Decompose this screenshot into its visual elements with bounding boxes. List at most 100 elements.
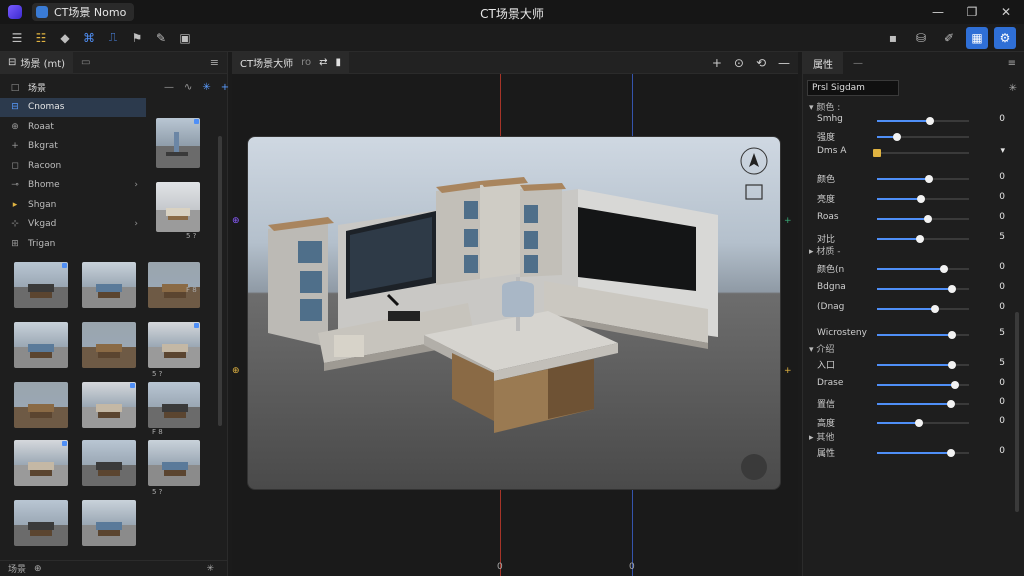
slider-handle[interactable] (916, 235, 925, 243)
flag-icon[interactable]: ⚑ (126, 27, 148, 49)
property-value[interactable]: ▾ (1000, 146, 1005, 156)
tree-item[interactable]: ⊹ Vkgad › (0, 215, 146, 235)
property-value[interactable]: 0 (999, 172, 1005, 182)
property-value[interactable]: 5 (999, 328, 1005, 338)
slider-handle[interactable] (926, 117, 935, 125)
asset-thumbnail[interactable] (148, 262, 200, 308)
tree-item[interactable]: ⊕ Roaat (0, 117, 146, 137)
add-view-icon[interactable]: + (712, 56, 722, 70)
property-value[interactable]: 0 (999, 192, 1005, 202)
property-value[interactable]: 0 (999, 397, 1005, 407)
tree-item[interactable]: ⊸ Bhome › (0, 176, 146, 196)
property-value[interactable]: 0 (999, 212, 1005, 222)
asset-thumbnail[interactable] (14, 382, 68, 428)
slider-handle[interactable] (948, 331, 957, 339)
close-button[interactable]: ✕ (996, 2, 1016, 22)
property-value[interactable]: 0 (999, 416, 1005, 426)
property-value[interactable]: 5 (999, 358, 1005, 368)
property-slider[interactable] (877, 117, 969, 125)
split-icon[interactable]: ▮ (336, 57, 342, 68)
edit-icon[interactable]: ✐ (938, 27, 960, 49)
property-group-header[interactable]: ▾ 颜色 : (809, 100, 840, 113)
asset-thumbnail[interactable] (148, 440, 200, 486)
property-slider[interactable] (877, 361, 969, 369)
refresh-icon[interactable]: ⟲ (756, 56, 766, 70)
property-slider[interactable] (877, 331, 969, 339)
scrollbar[interactable] (1015, 312, 1019, 512)
property-group-header[interactable]: ▸ 其他 (809, 430, 834, 443)
transform-icon[interactable]: ⌘ (78, 27, 100, 49)
scrollbar[interactable] (218, 136, 222, 426)
property-slider[interactable] (877, 419, 969, 427)
slider-handle[interactable] (923, 215, 932, 223)
tab-scene[interactable]: ⊟ 场景 (mt) (0, 51, 74, 74)
target-icon[interactable]: ⊙ (734, 56, 744, 70)
tree-tool-icon[interactable]: ✳ (202, 82, 210, 93)
asset-thumbnail[interactable] (156, 182, 200, 232)
layout-icon[interactable]: ▦ (966, 27, 988, 49)
tree-tool-icon[interactable]: — (164, 82, 174, 93)
property-slider[interactable] (877, 381, 969, 389)
property-value[interactable]: 0 (999, 378, 1005, 388)
swap-icon[interactable]: ⇄ (319, 57, 327, 68)
property-search-input[interactable]: Prsl Sigdam (807, 80, 899, 96)
asset-thumbnail[interactable] (14, 262, 68, 308)
property-slider[interactable] (877, 133, 969, 141)
property-slider[interactable] (877, 235, 969, 243)
cube-icon[interactable]: ◆ (54, 27, 76, 49)
tree-item[interactable]: ▸ Shgan (0, 195, 146, 215)
tree-item[interactable]: ◻ Racoon (0, 156, 146, 176)
asset-thumbnail[interactable] (82, 500, 136, 546)
tree-item[interactable]: + Bkgrat (0, 137, 146, 157)
tree-tool-icon[interactable]: + (221, 82, 229, 93)
property-value[interactable]: 5 (999, 232, 1005, 242)
slider-handle[interactable] (893, 133, 902, 141)
document-tab[interactable]: CT场景 Nomo (32, 3, 135, 21)
slider-handle[interactable] (915, 419, 924, 427)
asset-thumbnail[interactable] (14, 322, 68, 368)
slider-handle[interactable] (917, 195, 926, 203)
property-slider[interactable] (877, 215, 969, 223)
property-group-header[interactable]: ▾ 介绍 (809, 342, 834, 355)
expand-arrow-icon[interactable]: › (134, 219, 138, 229)
list-icon[interactable]: ☷ (30, 27, 52, 49)
options-icon[interactable]: ✳ (1009, 83, 1017, 94)
property-slider[interactable] (877, 400, 969, 408)
slider-handle[interactable] (946, 400, 955, 408)
slider-handle[interactable] (924, 175, 933, 183)
minimize-button[interactable]: — (928, 2, 948, 22)
layers-icon[interactable]: ⎍ (102, 27, 124, 49)
star-icon[interactable]: ✳ (206, 564, 214, 574)
asset-thumbnail[interactable] (14, 440, 68, 486)
property-slider[interactable] (877, 195, 969, 203)
asset-thumbnail[interactable] (14, 500, 68, 546)
property-value[interactable]: 0 (999, 446, 1005, 456)
collapse-icon[interactable]: — (778, 56, 790, 70)
asset-thumbnail[interactable] (148, 382, 200, 428)
database-icon[interactable]: ⛁ (910, 27, 932, 49)
property-value[interactable]: 0 (999, 262, 1005, 272)
asset-thumbnail[interactable] (156, 118, 200, 168)
property-slider[interactable] (877, 175, 969, 183)
add-icon[interactable]: ⊕ (34, 564, 42, 574)
settings-icon[interactable]: ⚙ (994, 27, 1016, 49)
slider-handle[interactable] (948, 361, 957, 369)
tree-item[interactable]: ⊟ Cnomas (0, 97, 146, 117)
slider-handle[interactable] (951, 381, 960, 389)
screen-icon[interactable]: ▣ (174, 27, 196, 49)
asset-thumbnail[interactable] (148, 322, 200, 368)
property-slider[interactable] (877, 285, 969, 293)
panel-menu-icon[interactable]: ≡ (210, 56, 219, 69)
tab-properties[interactable]: 属性 (803, 52, 843, 74)
save-icon[interactable]: ▪ (882, 27, 904, 49)
menu-icon[interactable]: ☰ (6, 27, 28, 49)
expand-arrow-icon[interactable]: › (134, 180, 138, 190)
maximize-button[interactable]: ❐ (962, 2, 982, 22)
asset-thumbnail[interactable] (82, 382, 136, 428)
property-slider[interactable] (873, 149, 969, 157)
panel-menu-icon[interactable]: ≡ (1008, 58, 1016, 69)
property-slider[interactable] (877, 305, 969, 313)
slider-handle[interactable] (873, 149, 881, 157)
tab-viewport[interactable]: CT场景大师 ro ⇄ ▮ (232, 51, 350, 74)
slider-handle[interactable] (948, 285, 957, 293)
